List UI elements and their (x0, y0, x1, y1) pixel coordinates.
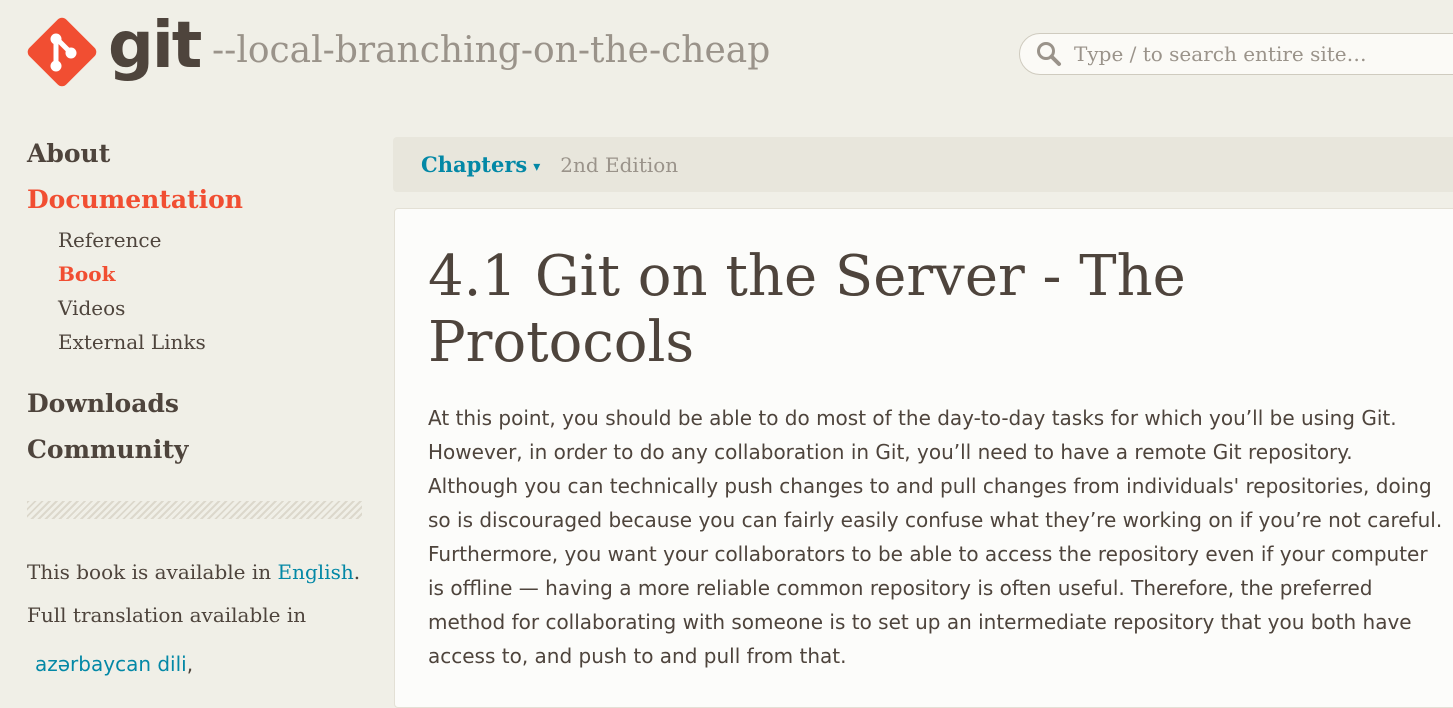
git-logo-icon (27, 17, 97, 87)
nav-external-links[interactable]: External Links (58, 330, 206, 354)
book-availability: This book is available in English. (27, 560, 360, 584)
search-icon (1037, 42, 1061, 66)
nav-reference[interactable]: Reference (58, 228, 161, 252)
intro-paragraph: At this point, you should be able to do … (428, 406, 1443, 668)
sidebar-divider (27, 501, 362, 519)
nav-community[interactable]: Community (27, 435, 188, 464)
edition-label: 2nd Edition (560, 152, 679, 177)
translation-text: Full translation available in (27, 603, 307, 627)
nav-book[interactable]: Book (58, 262, 115, 286)
logo-wordmark: git (108, 9, 202, 83)
nav-documentation[interactable]: Documentation (27, 185, 243, 214)
availability-suffix: . (353, 560, 361, 584)
site-tagline: --local-branching-on-the-cheap (212, 30, 771, 71)
language-item: azərbaycan dili, (35, 652, 193, 676)
search-input[interactable] (1072, 41, 1436, 67)
chevron-down-icon: ▾ (533, 159, 541, 175)
nav-about[interactable]: About (27, 139, 110, 168)
page-title: 4.1 Git on the Server - The Protocols (428, 244, 1186, 375)
chapters-dropdown[interactable]: Chapters ▾ (421, 152, 540, 177)
english-link[interactable]: English (278, 560, 354, 584)
language-link-azerbaijani[interactable]: azərbaycan dili (35, 652, 187, 676)
chapters-bar: Chapters ▾ 2nd Edition (393, 137, 1453, 192)
git-logo[interactable]: git (26, 9, 202, 88)
nav-downloads[interactable]: Downloads (27, 389, 179, 418)
availability-prefix: This book is available in (27, 560, 278, 584)
chapters-label: Chapters (421, 152, 528, 177)
nav-videos[interactable]: Videos (58, 296, 125, 320)
search-box[interactable] (1019, 33, 1453, 75)
language-separator: , (186, 652, 194, 676)
